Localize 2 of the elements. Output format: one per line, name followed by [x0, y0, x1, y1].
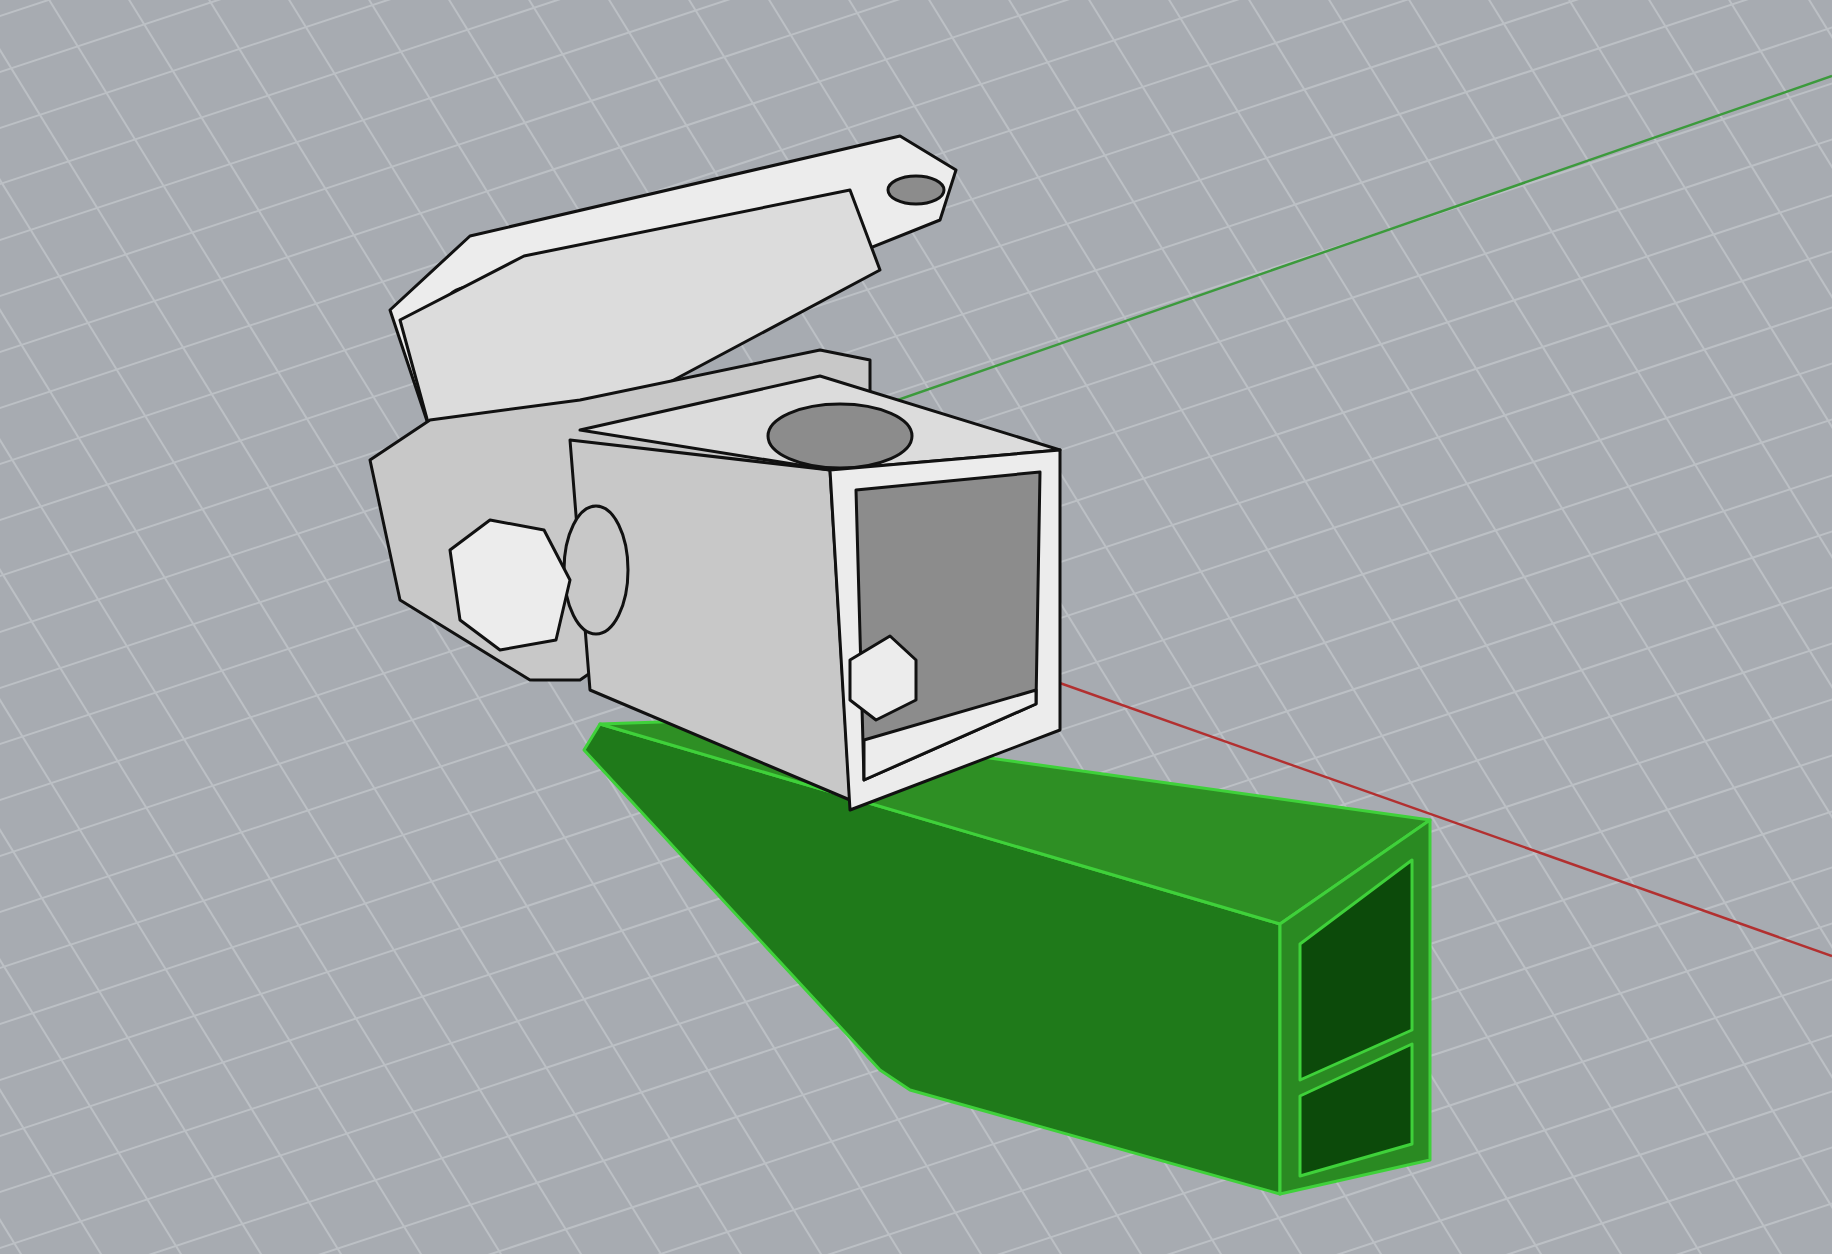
tube-drawing[interactable] — [582, 718, 1432, 1196]
bracket-drawing[interactable] — [368, 134, 1062, 812]
